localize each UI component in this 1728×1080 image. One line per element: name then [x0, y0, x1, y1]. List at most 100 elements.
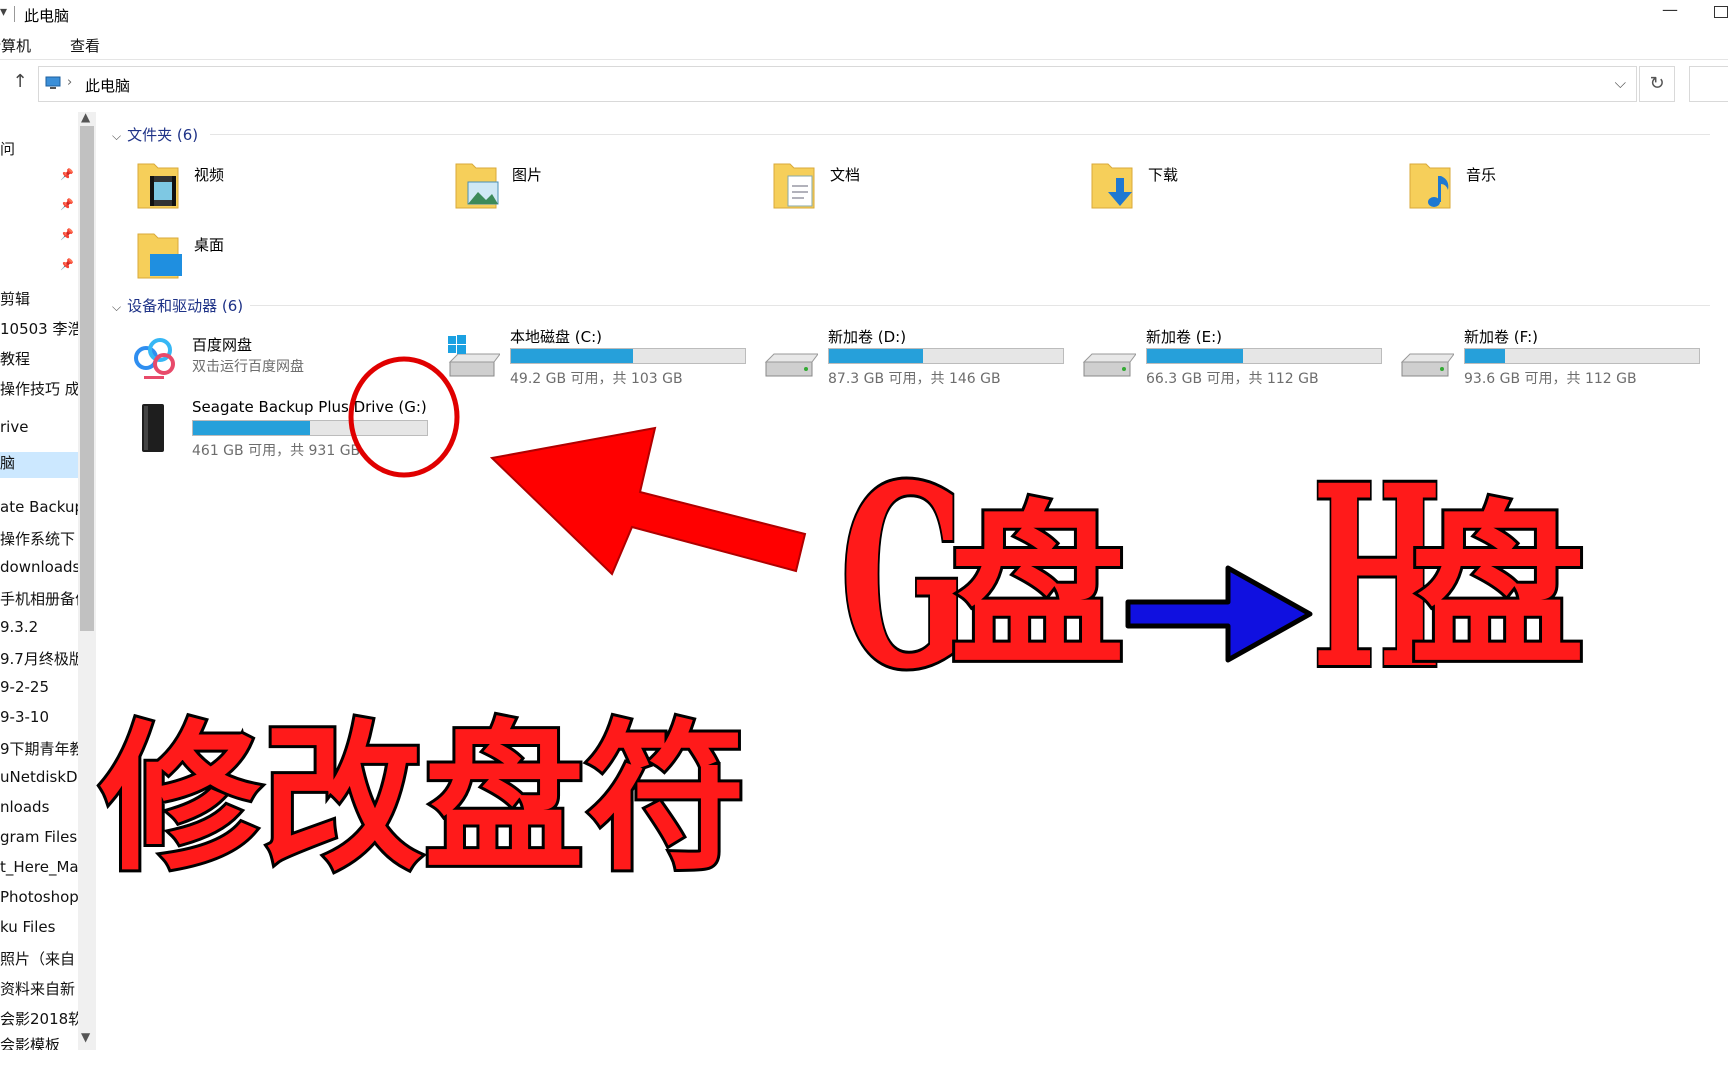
ribbon-tabs: 计算机 查看	[0, 30, 1728, 60]
window-title: 此电脑	[24, 7, 70, 25]
sidebar-item[interactable]: 9.3.2	[0, 618, 38, 636]
sidebar-item[interactable]: 操作系统下	[0, 528, 75, 549]
scroll-down-icon[interactable]: ▼	[81, 1030, 90, 1044]
video-folder-icon	[137, 163, 179, 209]
navigation-pane: 问 📌 📌 📌 📌 剪辑 10503 李浩 教程 操作技巧 成 rive 脑 a…	[0, 112, 78, 1050]
breadcrumb-separator: ›	[67, 75, 73, 90]
drive-c[interactable]: 本地磁盘 (C:) 49.2 GB 可用，共 103 GB	[444, 326, 754, 390]
drive-name: 新加卷 (F:)	[1464, 328, 1538, 346]
drive-subtitle: 双击运行百度网盘	[192, 359, 304, 375]
folder-music[interactable]: 音乐	[1408, 158, 1708, 218]
collapse-chevron-icon[interactable]: ⌵	[112, 300, 121, 314]
refresh-button[interactable]: ↻	[1639, 66, 1675, 102]
sidebar-item[interactable]: 问	[0, 138, 15, 159]
folder-desktop[interactable]: 桌面	[136, 228, 436, 288]
tab-computer[interactable]: 计算机	[0, 35, 31, 56]
sidebar-item[interactable]: 资料来自新	[0, 978, 75, 999]
title-bar: ▾ 此电脑 —	[0, 0, 1728, 30]
drive-f[interactable]: 新加卷 (F:) 93.6 GB 可用，共 112 GB	[1398, 326, 1708, 390]
drive-usage-fill	[1147, 349, 1243, 363]
sidebar-item[interactable]: 照片（来自	[0, 948, 75, 969]
drive-subtitle: 87.3 GB 可用，共 146 GB	[828, 371, 1001, 387]
drive-name: Seagate Backup Plus Drive (G:)	[192, 398, 427, 416]
downloads-folder-icon	[1091, 163, 1133, 209]
sidebar-item[interactable]: nloads	[0, 798, 49, 816]
drive-e[interactable]: 新加卷 (E:) 66.3 GB 可用，共 112 GB	[1080, 326, 1390, 390]
pin-icon: 📌	[60, 198, 74, 211]
scroll-up-icon[interactable]: ▲	[81, 110, 90, 124]
up-arrow-button[interactable]: ↑	[10, 72, 30, 92]
hard-drive-icon	[1082, 353, 1136, 377]
drive-name: 新加卷 (D:)	[828, 328, 907, 346]
pin-icon: 📌	[60, 168, 74, 181]
scrollbar-thumb[interactable]	[80, 126, 94, 631]
sidebar-scrollbar[interactable]: ▲ ▼	[78, 110, 96, 1050]
folders-group-header[interactable]: ⌵ 文件夹 (6)	[112, 124, 198, 145]
sidebar-item[interactable]: 教程	[0, 348, 30, 369]
drive-subtitle: 49.2 GB 可用，共 103 GB	[510, 371, 683, 387]
search-input[interactable]	[1689, 66, 1728, 102]
breadcrumb-this-pc[interactable]: 此电脑	[85, 75, 130, 96]
folder-name: 视频	[194, 166, 225, 184]
drive-usage-bar	[510, 348, 746, 364]
sidebar-item[interactable]: 9-2-25	[0, 678, 49, 696]
sidebar-item[interactable]: 操作技巧 成	[0, 378, 78, 399]
baidu-netdisk-icon	[134, 338, 175, 379]
from-letter: G	[838, 430, 970, 724]
sidebar-item[interactable]: 9.7月终极版	[0, 648, 78, 669]
sidebar-item[interactable]: 剪辑	[0, 288, 30, 309]
title-separator	[14, 6, 15, 22]
music-folder-icon	[1409, 163, 1451, 209]
folder-name: 文档	[830, 166, 861, 184]
sidebar-item[interactable]: downloads	[0, 558, 78, 576]
sidebar-item[interactable]: uNetdiskD	[0, 768, 78, 786]
drive-subtitle: 66.3 GB 可用，共 112 GB	[1146, 371, 1319, 387]
sidebar-item[interactable]: Photoshop	[0, 888, 78, 906]
folder-videos[interactable]: 视频	[136, 158, 436, 218]
minimize-button[interactable]: —	[1662, 0, 1678, 19]
caption-change-drive-letter: 修改盘符	[97, 704, 749, 892]
drive-subtitle: 461 GB 可用，共 931 GB	[192, 443, 361, 459]
address-bar[interactable]: › 此电脑 ⌵	[38, 66, 1637, 102]
sidebar-item-this-pc[interactable]: 脑	[0, 452, 78, 478]
sidebar-item[interactable]: t_Here_Ma	[0, 858, 78, 876]
address-dropdown-icon[interactable]: ⌵	[1615, 74, 1626, 92]
sidebar-item[interactable]: 9-3-10	[0, 708, 49, 726]
pan-char-2: 盘	[1407, 485, 1588, 690]
sidebar-item[interactable]: 手机相册备价	[0, 588, 78, 609]
collapse-chevron-icon[interactable]: ⌵	[112, 129, 121, 143]
sidebar-item[interactable]: ku Files	[0, 918, 55, 936]
tab-view[interactable]: 查看	[70, 35, 100, 56]
sidebar-item[interactable]: 10503 李浩	[0, 318, 78, 339]
pin-icon: 📌	[60, 258, 74, 271]
maximize-button[interactable]	[1714, 6, 1728, 18]
group-divider	[210, 134, 1710, 135]
baidu-netdisk-item[interactable]: 百度网盘 双击运行百度网盘	[126, 326, 436, 390]
desktop-folder-icon	[137, 233, 182, 279]
folder-downloads[interactable]: 下载	[1090, 158, 1390, 218]
folder-name: 图片	[512, 166, 543, 184]
sidebar-item[interactable]: 9下期青年教	[0, 738, 78, 759]
documents-folder-icon	[773, 163, 815, 209]
system-drive-icon	[448, 335, 500, 377]
drive-usage-bar	[1146, 348, 1382, 364]
drive-d[interactable]: 新加卷 (D:) 87.3 GB 可用，共 146 GB	[762, 326, 1072, 390]
sidebar-item[interactable]: 会影模板	[0, 1034, 60, 1050]
drives-group-header[interactable]: ⌵ 设备和驱动器 (6)	[112, 295, 243, 316]
sidebar-item-onedrive[interactable]: rive	[0, 418, 28, 436]
drive-usage-fill	[193, 421, 310, 435]
sidebar-item[interactable]: ate Backup	[0, 498, 78, 516]
folder-pictures[interactable]: 图片	[454, 158, 754, 218]
this-pc-icon	[45, 76, 61, 89]
sidebar-item[interactable]: 会影2018软	[0, 1008, 78, 1029]
drive-name: 本地磁盘 (C:)	[510, 328, 602, 346]
pictures-folder-icon	[455, 163, 499, 209]
drive-g-seagate[interactable]: Seagate Backup Plus Drive (G:) 461 GB 可用…	[126, 398, 436, 462]
quick-access-dropdown[interactable]: ▾	[0, 4, 7, 20]
folder-name: 桌面	[194, 236, 225, 254]
pin-icon: 📌	[60, 228, 74, 241]
folder-documents[interactable]: 文档	[772, 158, 1072, 218]
navigation-row: ↑ › 此电脑 ⌵ ↻	[0, 64, 1728, 104]
pan-char-1: 盘	[947, 485, 1128, 690]
sidebar-item[interactable]: gram Files (	[0, 828, 78, 846]
